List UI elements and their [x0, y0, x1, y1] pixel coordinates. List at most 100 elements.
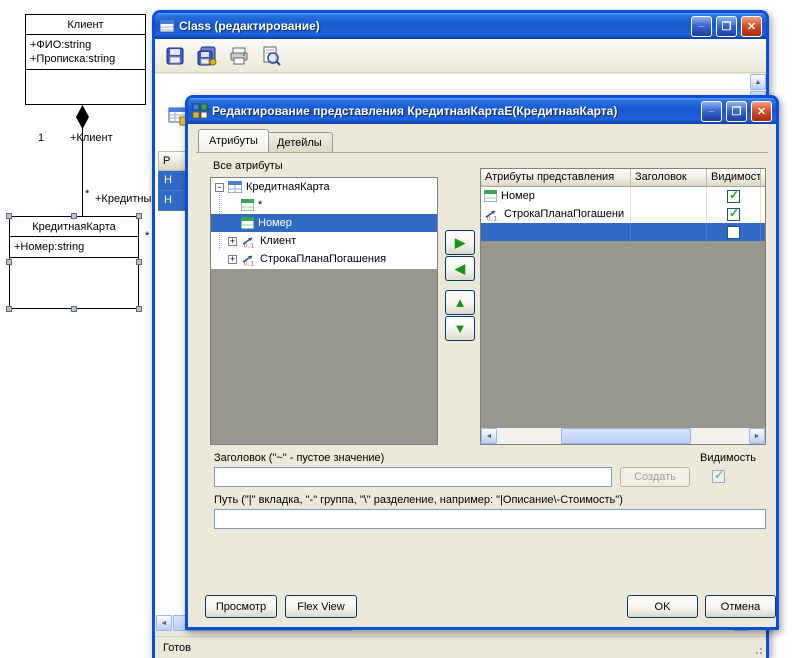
grid-scroll-thumb[interactable]: [561, 428, 691, 444]
scroll-left-icon[interactable]: ◄: [481, 428, 497, 444]
svg-text:0..1: 0..1: [244, 243, 255, 248]
preview-button[interactable]: Просмотр: [205, 595, 277, 618]
multiplicity-label: 1: [38, 132, 45, 144]
tree-item-kreditnayakarta[interactable]: - КредитнаяКарта: [211, 178, 437, 196]
path-input[interactable]: [214, 509, 766, 529]
tree-item-strokaplana[interactable]: + 0..1 СтрокаПланаПогашения: [211, 250, 437, 268]
relation-icon: 0..1: [484, 208, 500, 221]
flex-view-button[interactable]: Flex View: [285, 595, 357, 618]
header-label: Заголовок ("~" - пустое значение): [214, 452, 385, 464]
tree-item-label: Клиент: [260, 235, 297, 247]
arrow-up-icon: ▲: [453, 295, 467, 310]
all-attributes-tree[interactable]: - КредитнаяКарта * Номер + 0..1 Клиент +…: [210, 177, 438, 445]
save-all-button[interactable]: [193, 42, 221, 70]
tab-separator: [196, 152, 768, 153]
visibility-checkbox[interactable]: [727, 188, 740, 203]
uml-class-client[interactable]: Клиент +ФИО:string +Прописка:string: [25, 14, 146, 105]
tab-details[interactable]: Детейлы: [266, 132, 333, 152]
tree-content: - КредитнаяКарта * Номер + 0..1 Клиент +…: [211, 178, 437, 269]
tree-item-klient[interactable]: + 0..1 Клиент: [211, 232, 437, 250]
svg-text:0..1: 0..1: [487, 216, 498, 221]
attribute-icon: [241, 199, 254, 211]
visibility-checkbox[interactable]: [727, 225, 740, 239]
expand-icon[interactable]: +: [228, 236, 237, 246]
class-attribute: +Прописка:string: [30, 53, 116, 65]
selection-handle[interactable]: [6, 306, 12, 312]
selection-handle[interactable]: [71, 306, 77, 312]
expand-icon[interactable]: +: [228, 254, 237, 264]
save-button[interactable]: [161, 42, 189, 70]
tree-item-star[interactable]: *: [211, 196, 437, 214]
attribute-icon: [484, 190, 497, 202]
selection-handle[interactable]: [136, 259, 142, 265]
dialog-icon: [192, 103, 208, 119]
minimize-button[interactable]: [691, 15, 712, 37]
dialog-close-button[interactable]: [751, 100, 772, 122]
main-window-titlebar[interactable]: Class (редактирование): [155, 13, 766, 39]
resize-grip-icon[interactable]: [751, 643, 764, 656]
tree-item-label: *: [258, 199, 263, 211]
uml-class-creditcard[interactable]: КредитнаяКарта +Номер:string: [9, 216, 139, 309]
grid-horizontal-scrollbar[interactable]: ◄ ►: [481, 428, 765, 444]
grid-row-new[interactable]: [481, 223, 765, 241]
print-preview-button[interactable]: [257, 42, 285, 70]
move-left-button[interactable]: ◀: [445, 256, 475, 281]
tree-item-label: СтрокаПланаПогашения: [260, 253, 387, 265]
statusbar: Готов: [155, 636, 766, 658]
class-editor-icon: [159, 18, 175, 34]
selection-handle[interactable]: [71, 213, 77, 219]
scroll-right-icon[interactable]: ►: [749, 428, 765, 444]
move-right-button[interactable]: ▶: [445, 230, 475, 255]
selection-handle[interactable]: [6, 213, 12, 219]
visibility-main-checkbox[interactable]: [712, 468, 725, 483]
print-icon: [230, 47, 248, 64]
multiplicity-label: *: [85, 188, 90, 200]
cancel-button[interactable]: Отмена: [705, 595, 776, 618]
row-name: Номер: [501, 190, 535, 202]
move-down-button[interactable]: ▼: [445, 316, 475, 341]
header-input[interactable]: [214, 467, 612, 487]
save-all-icon: [197, 46, 217, 65]
column-header[interactable]: Атрибуты представления: [481, 169, 631, 187]
maximize-button[interactable]: [716, 15, 737, 37]
column-header[interactable]: [761, 169, 765, 187]
arrow-down-icon: ▼: [453, 321, 467, 336]
visibility-checkbox[interactable]: [727, 206, 740, 221]
class-attribute: +ФИО:string: [30, 39, 92, 51]
tree-item-nomer[interactable]: Номер: [211, 214, 437, 232]
create-button[interactable]: Создать: [620, 467, 690, 487]
arrow-left-icon: ◀: [455, 261, 465, 276]
role-label: +Клиент: [70, 132, 113, 144]
column-header[interactable]: Заголовок: [631, 169, 707, 187]
ok-button[interactable]: OK: [627, 595, 698, 618]
tab-attributes[interactable]: Атрибуты: [198, 129, 269, 152]
class-attributes: +ФИО:string +Прописка:string: [26, 35, 145, 70]
selection-handle[interactable]: [136, 213, 142, 219]
dialog-title: Редактирование представления КредитнаяКа…: [212, 104, 618, 118]
table-icon: [228, 181, 242, 193]
main-toolbar: [155, 39, 766, 73]
dialog-titlebar[interactable]: Редактирование представления КредитнаяКа…: [188, 98, 776, 124]
tab-label: Атрибуты: [209, 135, 258, 147]
visibility-label: Видимость: [700, 452, 756, 464]
window-title: Class (редактирование): [179, 19, 320, 33]
status-text: Готов: [163, 641, 191, 654]
collapse-icon[interactable]: -: [215, 182, 224, 192]
column-header[interactable]: Видимость: [707, 169, 761, 187]
print-button[interactable]: [225, 42, 253, 70]
grid-row-nomer[interactable]: Номер: [481, 187, 765, 205]
selection-handle[interactable]: [136, 306, 142, 312]
tab-label: Детейлы: [277, 136, 322, 149]
dialog-maximize-button[interactable]: [726, 100, 747, 122]
move-up-button[interactable]: ▲: [445, 290, 475, 315]
close-button[interactable]: [741, 15, 762, 37]
grid-row-strokaplana[interactable]: 0..1 СтрокаПланаПогашени: [481, 205, 765, 223]
scroll-left-icon[interactable]: ◄: [156, 615, 172, 631]
scroll-up-icon[interactable]: ▲: [750, 74, 766, 90]
dialog-minimize-button[interactable]: [701, 100, 722, 122]
view-attributes-grid[interactable]: Атрибуты представления Заголовок Видимос…: [480, 168, 766, 445]
relation-icon: 0..1: [241, 235, 257, 248]
selection-handle[interactable]: [6, 259, 12, 265]
canvas: Клиент +ФИО:string +Прописка:string 1 +К…: [0, 0, 797, 658]
class-attributes: +Номер:string: [10, 237, 138, 258]
